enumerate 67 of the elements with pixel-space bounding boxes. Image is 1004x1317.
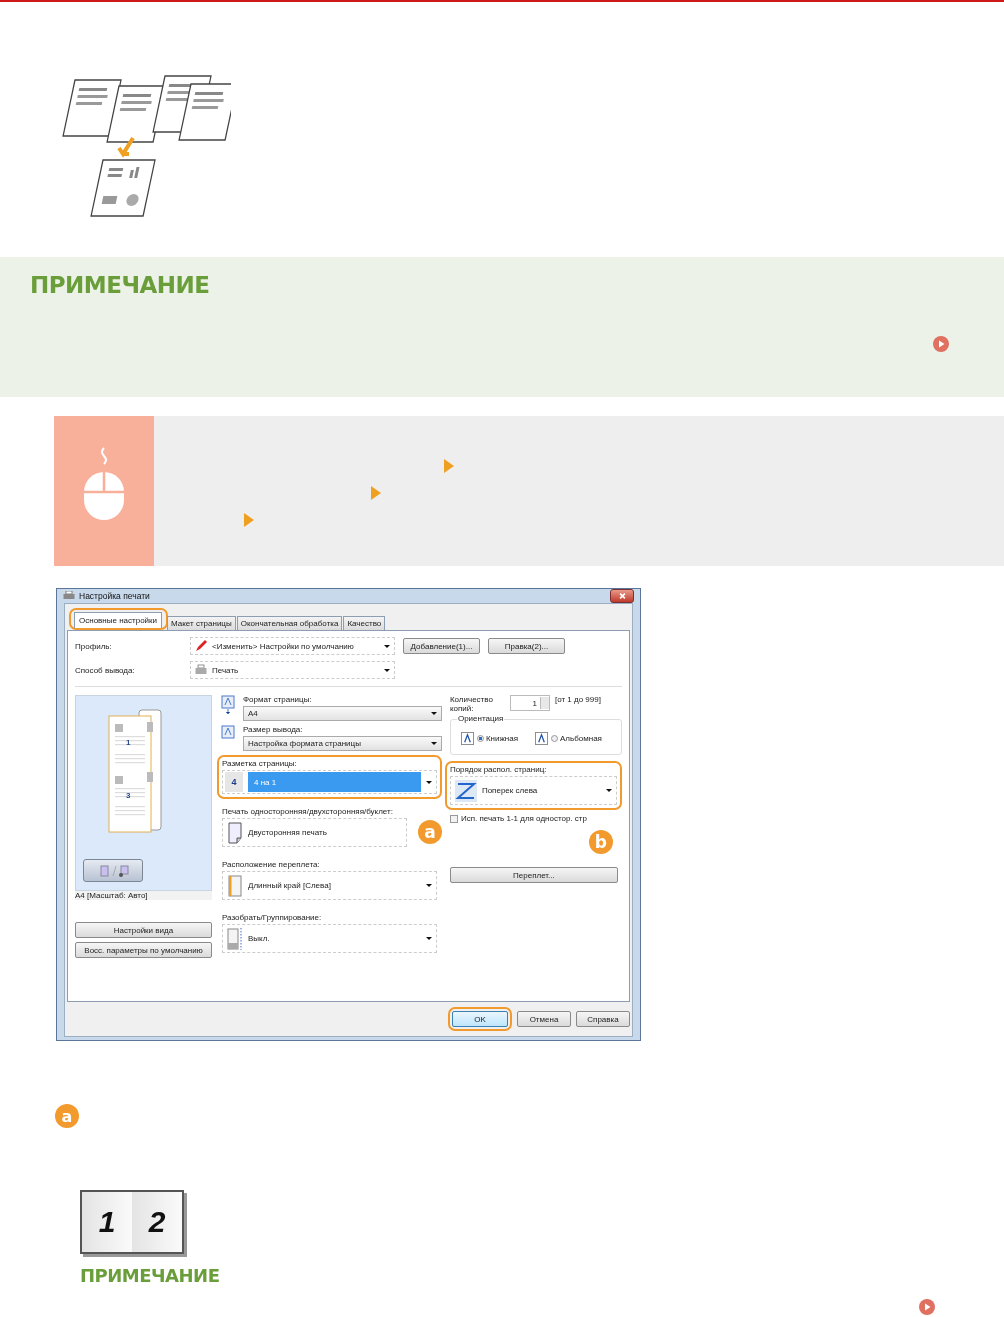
orientation-radio[interactable]: Книжная [476,734,518,743]
dropdown[interactable]: Длинный край [Слева] [222,871,437,900]
output-method-label: Способ вывода: [75,665,136,675]
callout-badge: b [588,830,613,854]
mouse-icon [82,446,126,522]
play-circle-icon [933,336,949,352]
close-button[interactable] [610,589,634,603]
copies-spinner[interactable]: 1 [509,695,550,711]
orientation-radio[interactable]: Альбомная [551,734,602,743]
dialog-button[interactable]: Восс. параметры по умолчанию [75,942,212,958]
note-title: ПРИМЕЧАНИЕ [80,1265,221,1286]
two-pages-icon: 1 2 [80,1190,184,1254]
field-label: Разметка страницы: [222,759,298,768]
triangle-icon [444,459,454,473]
letter-page-icon [460,732,474,745]
tab[interactable]: Макет страницы [167,616,236,630]
page-number: 1 [126,738,131,747]
dropdown[interactable]: Настройка формата страницы [243,736,442,751]
page-number: 3 [126,791,131,800]
z-order-icon [454,779,477,802]
printer-icon [195,664,207,676]
window-title: Настройка печати [79,591,151,601]
play-circle-icon [919,1299,935,1315]
letter-page-icon [535,732,548,745]
duplex-page-icon [227,821,243,844]
binding-button[interactable]: Переплет... [449,867,618,883]
note-title: ПРИМЕЧАНИЕ [30,272,211,298]
field-label: Разобрать/Группирование: [222,913,323,922]
field-label: Печать односторонняя/двухсторонняя/буклет: [222,807,394,816]
dropdown[interactable]: A4 [243,706,442,721]
dialog-button[interactable]: Настройки вида [75,922,212,938]
option-box[interactable]: Двусторонняя печать [222,818,407,847]
field-label: Размер вывода: [243,725,304,734]
output-method-dropdown[interactable]: Печать [190,661,395,679]
dropdown[interactable]: Выкл. [222,924,437,953]
checkbox[interactable]: Исп. печать 1-1 для одностор. стр [449,814,622,823]
page-icon [221,695,235,715]
callout-badge: a [417,820,442,844]
profile-label: Профиль: [75,641,113,651]
printer-icon [63,591,75,601]
copies-range: [от 1 до 999] [554,695,601,704]
dialog-button[interactable]: Справка [576,1011,630,1027]
dialog-button[interactable]: OK [452,1011,508,1027]
dialog-button[interactable]: Правка(2)... [488,638,565,654]
dialog-button[interactable]: Отмена [517,1011,571,1027]
dropdown[interactable]: Поперек слева [449,776,617,805]
group-title: Ориентация [456,714,505,723]
preview-caption: A4 [Масштаб: Авто] [75,891,212,900]
close-icon [617,592,627,600]
layout-icon: 4 [225,772,243,792]
triangle-icon [244,513,254,527]
copies-label: Количество копий: [449,695,494,713]
tab[interactable]: Качество [343,616,386,630]
dropdown[interactable]: 4 4 на 1 [222,770,437,794]
pencil-icon [195,640,207,652]
collate-icon [227,927,243,950]
field-label: Формат страницы: [243,695,313,704]
profile-dropdown[interactable]: <Изменить> Настройки по умолчанию [190,637,395,655]
field-label: Расположение переплета: [222,860,321,869]
dialog-button[interactable]: Добавление(1)... [403,638,480,654]
step-badge: a [55,1104,79,1128]
binding-icon [227,874,243,897]
tab[interactable]: Основные настройки [74,612,163,628]
tab[interactable]: Окончательная обработка [236,616,343,630]
view-toggle-button[interactable] [83,859,143,882]
field-label: Порядок распол. страниц: [449,765,548,774]
triangle-icon [371,486,381,500]
